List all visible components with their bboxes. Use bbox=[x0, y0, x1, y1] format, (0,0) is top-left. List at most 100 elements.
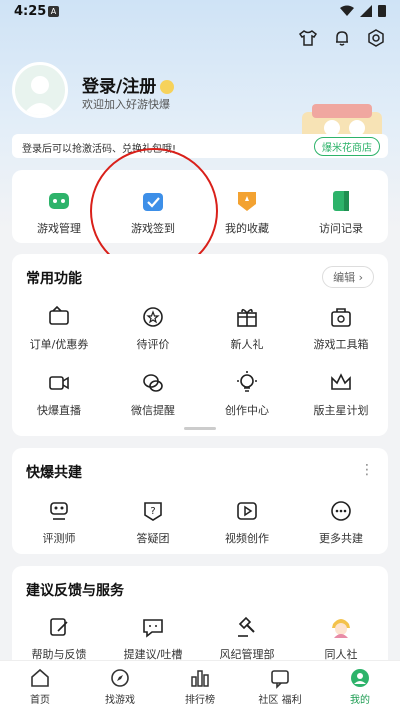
more-dots-icon[interactable]: ⋮ bbox=[360, 462, 374, 478]
item-label: 创作中心 bbox=[225, 404, 269, 417]
quick-label: 访问记录 bbox=[319, 222, 363, 235]
item-label: 新人礼 bbox=[230, 338, 264, 351]
qa-team-item[interactable]: ? 答疑团 bbox=[106, 498, 200, 546]
common-functions-card: 常用功能 编辑 › 订单/优惠券 待评价 新人礼 游戏工具箱 快爆直播 微信提醒 bbox=[12, 254, 388, 436]
login-banner[interactable]: 登录后可以抢激活码、兑换礼包哦! 爆米花商店 bbox=[12, 134, 388, 158]
more-icon bbox=[331, 501, 351, 521]
signal-icon bbox=[360, 4, 372, 17]
section-title: 快爆共建 bbox=[26, 465, 82, 481]
item-label: 游戏工具箱 bbox=[313, 338, 369, 351]
compass-icon bbox=[111, 669, 129, 687]
edit-button[interactable]: 编辑 › bbox=[322, 266, 374, 288]
login-register-title[interactable]: 登录/注册 bbox=[82, 72, 175, 97]
common-row-2: 快爆直播 微信提醒 创作中心 版主星计划 bbox=[12, 370, 388, 418]
item-label: 微信提醒 bbox=[131, 404, 175, 417]
tab-find-games[interactable]: 找游戏 bbox=[80, 661, 160, 711]
login-title-text[interactable]: 登录/注册 bbox=[82, 77, 156, 97]
svg-text:?: ? bbox=[150, 506, 155, 517]
tab-label: 社区 福利 bbox=[258, 695, 302, 706]
settings-icon[interactable] bbox=[366, 28, 386, 48]
lightbulb-icon bbox=[237, 371, 257, 392]
cobuild-row: 评测师 ? 答疑团 视频创作 更多共建 bbox=[12, 498, 388, 546]
gift-icon bbox=[237, 308, 257, 327]
tab-label: 找游戏 bbox=[105, 695, 135, 706]
popcorn-shop-button[interactable]: 爆米花商店 bbox=[314, 137, 380, 156]
more-cobuild-item[interactable]: 更多共建 bbox=[294, 498, 388, 546]
edit-label[interactable]: 编辑 bbox=[333, 271, 355, 284]
video-creation-item[interactable]: 视频创作 bbox=[200, 498, 294, 546]
feedback-row: 帮助与反馈 提建议/吐槽 风纪管理部 同人社 bbox=[12, 614, 388, 662]
suggestion-item[interactable]: 提建议/吐槽 bbox=[106, 614, 200, 662]
item-label: 更多共建 bbox=[319, 532, 363, 545]
tab-ranking[interactable]: 排行榜 bbox=[160, 661, 240, 711]
video-icon bbox=[49, 376, 69, 390]
battery-icon bbox=[378, 5, 386, 17]
comment-star-icon bbox=[143, 307, 163, 327]
wifi-icon bbox=[340, 5, 354, 16]
skin-shirt-icon[interactable] bbox=[298, 28, 318, 48]
crown-icon bbox=[331, 373, 351, 390]
section-title: 建议反馈与服务 bbox=[26, 583, 124, 599]
quick-label: 我的收藏 bbox=[225, 222, 269, 235]
avatar[interactable] bbox=[12, 62, 68, 118]
section-title: 常用功能 bbox=[26, 271, 82, 287]
book-icon bbox=[333, 191, 349, 211]
home-icon bbox=[31, 668, 49, 687]
welcome-subtitle: 欢迎加入好游快爆 bbox=[82, 98, 170, 111]
gamepad-icon bbox=[49, 193, 69, 209]
coupon-icon bbox=[49, 305, 69, 325]
moderator-plan-item[interactable]: 版主星计划 bbox=[294, 370, 388, 418]
community-icon bbox=[271, 670, 289, 689]
quick-label: 游戏管理 bbox=[37, 222, 81, 235]
question-icon: ? bbox=[144, 502, 162, 521]
gavel-icon bbox=[238, 616, 255, 637]
status-bar: 4:25 A bbox=[0, 0, 400, 24]
help-feedback-item[interactable]: 帮助与反馈 bbox=[12, 614, 106, 662]
status-right bbox=[340, 4, 386, 17]
page-indicator bbox=[184, 427, 216, 430]
edit-icon bbox=[50, 618, 68, 636]
live-stream-item[interactable]: 快爆直播 bbox=[12, 370, 106, 418]
ranking-icon bbox=[191, 670, 209, 687]
cobuild-card: 快爆共建 ⋮ 评测师 ? 答疑团 视频创作 更多共建 bbox=[12, 448, 388, 554]
toolbox-icon bbox=[331, 308, 351, 327]
item-label: 快爆直播 bbox=[37, 404, 81, 417]
tab-home[interactable]: 首页 bbox=[0, 661, 80, 711]
to-review-item[interactable]: 待评价 bbox=[106, 304, 200, 352]
item-label: 订单/优惠券 bbox=[29, 338, 89, 351]
tab-community[interactable]: 社区 福利 bbox=[240, 661, 320, 711]
wechat-icon bbox=[143, 374, 163, 392]
common-row-1: 订单/优惠券 待评价 新人礼 游戏工具箱 bbox=[12, 304, 388, 352]
tab-label: 我的 bbox=[350, 695, 370, 706]
discipline-dept-item[interactable]: 风纪管理部 bbox=[200, 614, 294, 662]
item-label: 待评价 bbox=[136, 338, 170, 351]
tab-label: 排行榜 bbox=[185, 695, 215, 706]
smile-emoji-icon bbox=[160, 80, 175, 94]
profile-icon bbox=[351, 669, 369, 687]
bottom-tab-bar: 首页 找游戏 排行榜 社区 福利 我的 bbox=[0, 660, 400, 711]
quick-visit-history[interactable]: 访问记录 bbox=[294, 188, 388, 236]
play-icon bbox=[237, 502, 257, 520]
order-coupon-item[interactable]: 订单/优惠券 bbox=[12, 304, 106, 352]
item-label: 版主星计划 bbox=[313, 404, 369, 417]
game-toolbox-item[interactable]: 游戏工具箱 bbox=[294, 304, 388, 352]
notification-icon: A bbox=[48, 6, 59, 17]
newbie-gift-item[interactable]: 新人礼 bbox=[200, 304, 294, 352]
creator-center-item[interactable]: 创作中心 bbox=[200, 370, 294, 418]
tab-mine[interactable]: 我的 bbox=[320, 661, 400, 711]
item-label: 评测师 bbox=[42, 532, 76, 545]
item-label: 答疑团 bbox=[136, 532, 170, 545]
profile-section[interactable]: 登录/注册 欢迎加入好游快爆 bbox=[12, 62, 392, 150]
star-shield-icon bbox=[238, 192, 256, 211]
reviewer-item[interactable]: 评测师 bbox=[12, 498, 106, 546]
bell-icon[interactable] bbox=[332, 28, 352, 48]
chat-icon bbox=[143, 619, 163, 638]
status-time: 4:25 bbox=[14, 4, 47, 19]
top-actions bbox=[298, 28, 386, 48]
item-label: 视频创作 bbox=[225, 532, 269, 545]
character-icon bbox=[332, 619, 350, 638]
tab-label: 首页 bbox=[30, 695, 50, 706]
reviewer-icon bbox=[50, 502, 68, 520]
fan-club-item[interactable]: 同人社 bbox=[294, 614, 388, 662]
wechat-reminder-item[interactable]: 微信提醒 bbox=[106, 370, 200, 418]
